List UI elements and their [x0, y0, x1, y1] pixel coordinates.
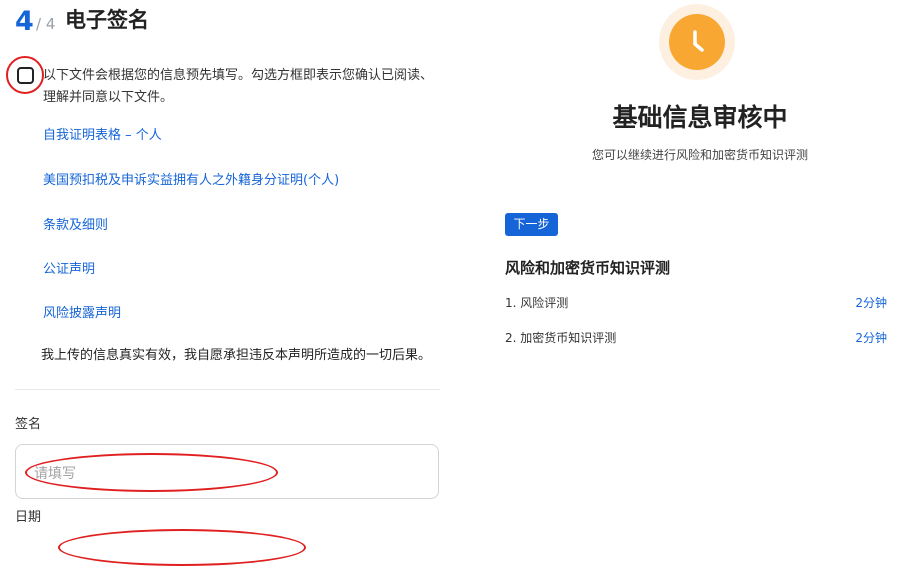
clock-icon-background [659, 4, 735, 80]
annotation-ellipse-signature [25, 453, 278, 492]
assessment-item-crypto-time: 2分钟 [855, 331, 887, 345]
assessment-item-risk: 1. 风险评测 [505, 296, 569, 310]
annotation-ellipse-date [58, 529, 306, 566]
document-link-risk-disclosure[interactable]: 风险披露声明 [43, 305, 121, 323]
document-link-notarial[interactable]: 公证声明 [43, 261, 95, 279]
document-link-self-certification[interactable]: 自我证明表格 – 个人 [43, 127, 162, 145]
step-total: / 4 [36, 15, 56, 33]
declaration-text: 我上传的信息真实有效，我自愿承担违反本声明所造成的一切后果。 [41, 348, 432, 363]
date-label: 日期 [15, 510, 42, 525]
consent-checkbox[interactable] [17, 67, 34, 84]
document-link-w8ben[interactable]: 美国预扣税及申诉实益拥有人之外籍身分证明(个人) [43, 172, 339, 190]
review-status-subtitle: 您可以继续进行风险和加密货币知识评测 [591, 148, 808, 162]
step-current: 4 [15, 6, 34, 37]
assessment-item-crypto: 2. 加密货币知识评测 [505, 331, 617, 345]
page-title: 电子签名 [65, 8, 149, 32]
clock-icon [669, 14, 725, 70]
assessment-title: 风险和加密货币知识评测 [505, 259, 671, 277]
signature-label: 签名 [15, 417, 42, 432]
consent-checkbox-container[interactable] [6, 56, 44, 94]
consent-text: 以下文件会根据您的信息预先填写。勾选方框即表示您确认已阅读、理解并同意以下文件。 [43, 68, 434, 105]
assessment-item-risk-time: 2分钟 [855, 296, 887, 310]
divider [15, 389, 440, 390]
document-link-terms[interactable]: 条款及细则 [43, 217, 108, 235]
next-step-button[interactable]: 下一步 [505, 213, 558, 236]
review-status-title: 基础信息审核中 [612, 103, 788, 132]
